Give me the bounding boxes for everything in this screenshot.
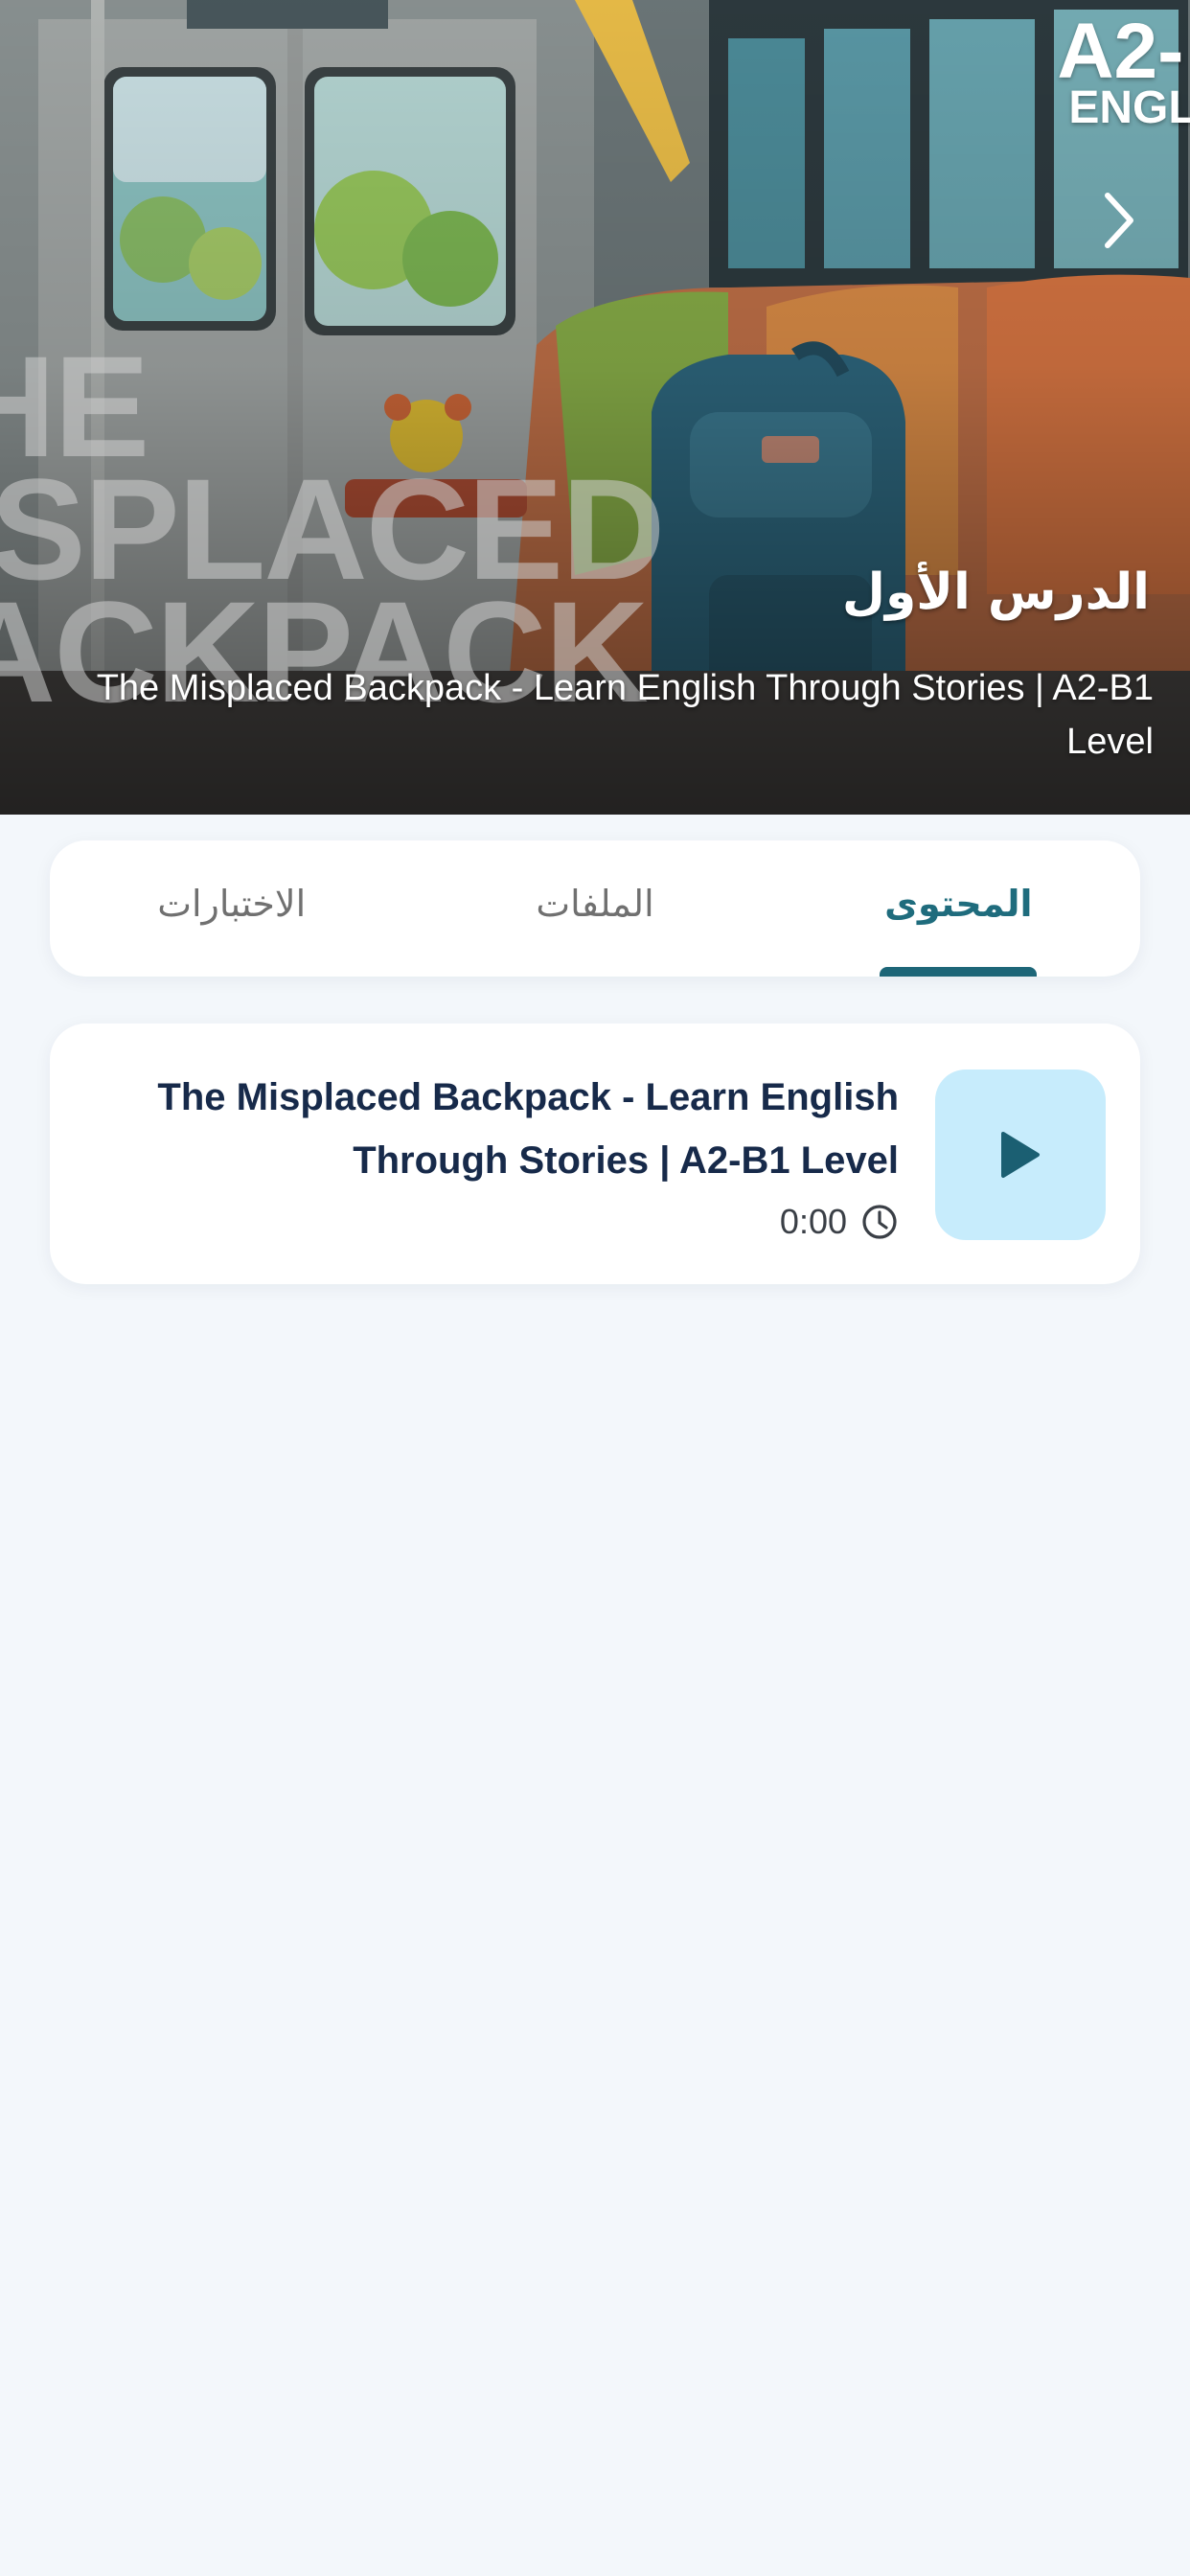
- brand-mark-line1: A2-: [1057, 8, 1184, 95]
- cover-art-title: HE ISPLACED ACKPACK: [0, 326, 665, 732]
- brand-mark-line2: ENGLI: [1068, 82, 1190, 133]
- tab-quizzes-label: الاختبارات: [157, 883, 307, 925]
- lesson-screen: HE ISPLACED ACKPACK A2- ENGLI الدرس الأو…: [0, 0, 1190, 2576]
- tab-content[interactable]: المحتوى: [777, 840, 1140, 977]
- next-lesson-button[interactable]: [1090, 182, 1148, 259]
- chevron-right-icon: [1105, 193, 1133, 248]
- lesson-heading: الدرس الأول: [841, 564, 1150, 621]
- brand-mark: A2- ENGLI: [1057, 8, 1190, 133]
- clock-icon: [862, 1205, 897, 1239]
- play-icon: [1001, 1132, 1040, 1178]
- duration-text: 0:00: [779, 1202, 847, 1241]
- tab-content-label: المحتوى: [884, 883, 1033, 925]
- tab-files-label: الملفات: [536, 883, 654, 925]
- tab-files[interactable]: الملفات: [413, 840, 776, 977]
- video-duration: 0:00: [780, 1200, 899, 1244]
- video-title: The Misplaced Backpack - Learn English T…: [157, 1076, 899, 1182]
- video-item[interactable]: The Misplaced Backpack - Learn English T…: [50, 1024, 1140, 1284]
- lesson-subtitle: The Misplaced Backpack - Learn English T…: [96, 668, 1154, 762]
- lesson-hero: HE ISPLACED ACKPACK A2- ENGLI الدرس الأو…: [0, 0, 1190, 815]
- lesson-tabs: المحتوى الملفات الاختبارات: [50, 840, 1140, 977]
- play-button[interactable]: [935, 1070, 1106, 1240]
- active-tab-indicator: [880, 967, 1038, 977]
- tab-quizzes[interactable]: الاختبارات: [50, 840, 413, 977]
